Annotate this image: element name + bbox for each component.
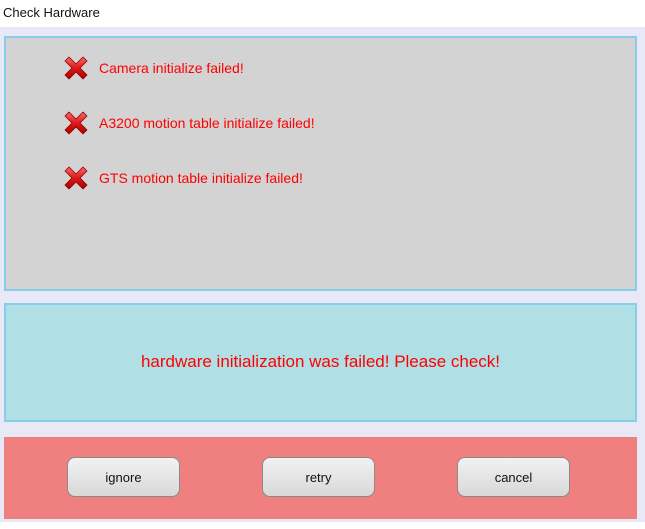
error-x-icon [64, 56, 88, 80]
error-x-icon [64, 111, 88, 135]
button-panel: ignore retry cancel [4, 437, 637, 519]
retry-button[interactable]: retry [262, 457, 375, 497]
error-message: Camera initialize failed! [99, 60, 244, 76]
ignore-button[interactable]: ignore [67, 457, 180, 497]
window-title: Check Hardware [3, 5, 100, 20]
error-row-gts: GTS motion table initialize failed! [60, 162, 303, 194]
title-bar: Check Hardware [0, 0, 645, 27]
error-message: A3200 motion table initialize failed! [99, 115, 315, 131]
error-message: GTS motion table initialize failed! [99, 170, 303, 186]
summary-message: hardware initialization was failed! Plea… [140, 352, 501, 371]
error-x-icon [64, 166, 88, 190]
window-bottom-edge [0, 522, 645, 529]
error-list-panel: Camera initialize failed! A3200 motion t… [4, 36, 637, 291]
error-row-camera: Camera initialize failed! [60, 52, 244, 84]
error-row-a3200: A3200 motion table initialize failed! [60, 107, 315, 139]
cancel-button[interactable]: cancel [457, 457, 570, 497]
summary-panel: hardware initialization was failed! Plea… [4, 303, 637, 422]
check-hardware-window: Check Hardware Camera initialize failed! [0, 0, 645, 529]
